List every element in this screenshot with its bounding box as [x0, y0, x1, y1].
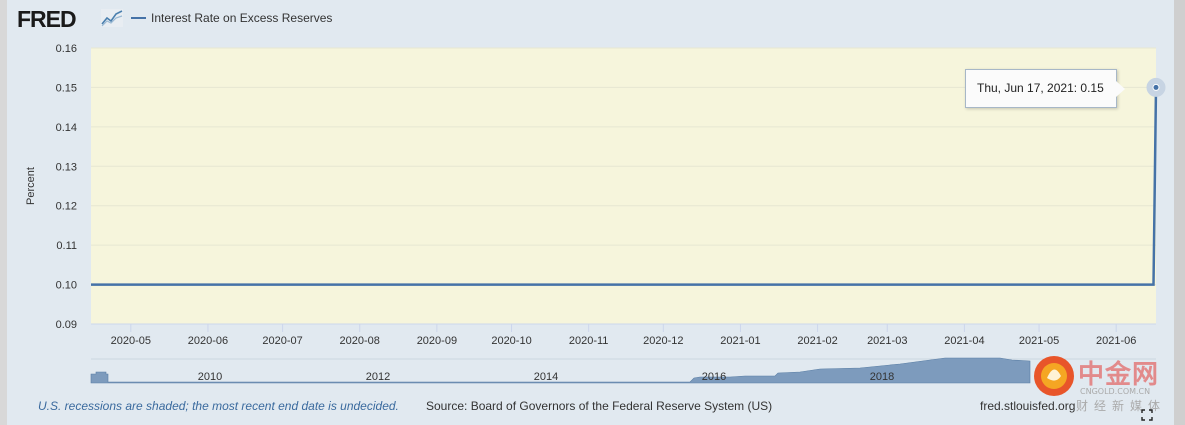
navigator-year-label: 2012	[366, 371, 390, 383]
watermark-url: CNGOLD.COM.CN	[1080, 387, 1151, 396]
x-tick-label: 2020-08	[340, 335, 380, 347]
x-tick-label: 2020-09	[417, 335, 457, 347]
x-tick-label: 2021-04	[944, 335, 984, 347]
watermark-brand: 中金网	[1078, 360, 1160, 390]
y-tick-label: 0.15	[56, 82, 77, 94]
x-tick-label: 2021-01	[720, 335, 760, 347]
y-axis-ticks: 0.09 0.10 0.11 0.12 0.13 0.14 0.15 0.16	[56, 43, 77, 331]
navigator[interactable]: 2010 2012 2014 2016 2018	[90, 357, 1156, 384]
navigator-year-label: 2010	[198, 371, 222, 383]
y-tick-label: 0.14	[56, 122, 77, 134]
recession-note: U.S. recessions are shaded; the most rec…	[38, 399, 399, 413]
x-tick-label: 2020-11	[569, 335, 609, 347]
x-tick-label: 2021-02	[797, 335, 837, 347]
tooltip-value: 0.15	[1080, 81, 1104, 95]
x-tick-label: 2021-03	[867, 335, 907, 347]
legend-label: Interest Rate on Excess Reserves	[151, 11, 332, 25]
x-axis-ticks: 2020-05 2020-06 2020-07 2020-08 2020-09 2020-…	[91, 323, 1156, 347]
y-tick-label: 0.12	[56, 201, 77, 213]
navigator-year-label: 2014	[534, 371, 558, 383]
data-tooltip: Thu, Jun 17, 2021: 0.15	[965, 69, 1125, 108]
y-tick-label: 0.13	[56, 161, 77, 173]
watermark-logo-icon	[1034, 356, 1074, 396]
y-tick-label: 0.16	[56, 43, 77, 55]
navigator-year-label: 2016	[702, 371, 726, 383]
hover-point[interactable]	[1152, 83, 1160, 91]
x-tick-label: 2020-07	[262, 335, 302, 347]
chart: Interest Rate on Excess Reserves Percent…	[25, 11, 1166, 384]
source-text: Source: Board of Governors of the Federa…	[426, 399, 773, 413]
y-tick-label: 0.09	[56, 319, 77, 331]
x-tick-label: 2020-06	[188, 335, 228, 347]
legend[interactable]: Interest Rate on Excess Reserves	[131, 11, 332, 25]
tooltip-date: Thu, Jun 17, 2021	[977, 81, 1074, 95]
source-url[interactable]: fred.stlouisfed.org	[980, 399, 1075, 413]
x-tick-label: 2021-05	[1019, 335, 1059, 347]
navigator-year-label: 2018	[870, 371, 894, 383]
x-tick-label: 2021-06	[1096, 335, 1136, 347]
x-tick-label: 2020-05	[111, 335, 151, 347]
y-tick-label: 0.11	[56, 240, 77, 252]
fullscreen-icon[interactable]	[1141, 409, 1153, 421]
x-tick-label: 2020-12	[643, 335, 683, 347]
y-axis-label: Percent	[25, 167, 37, 205]
y-tick-label: 0.10	[56, 280, 77, 292]
x-tick-label: 2020-10	[491, 335, 531, 347]
